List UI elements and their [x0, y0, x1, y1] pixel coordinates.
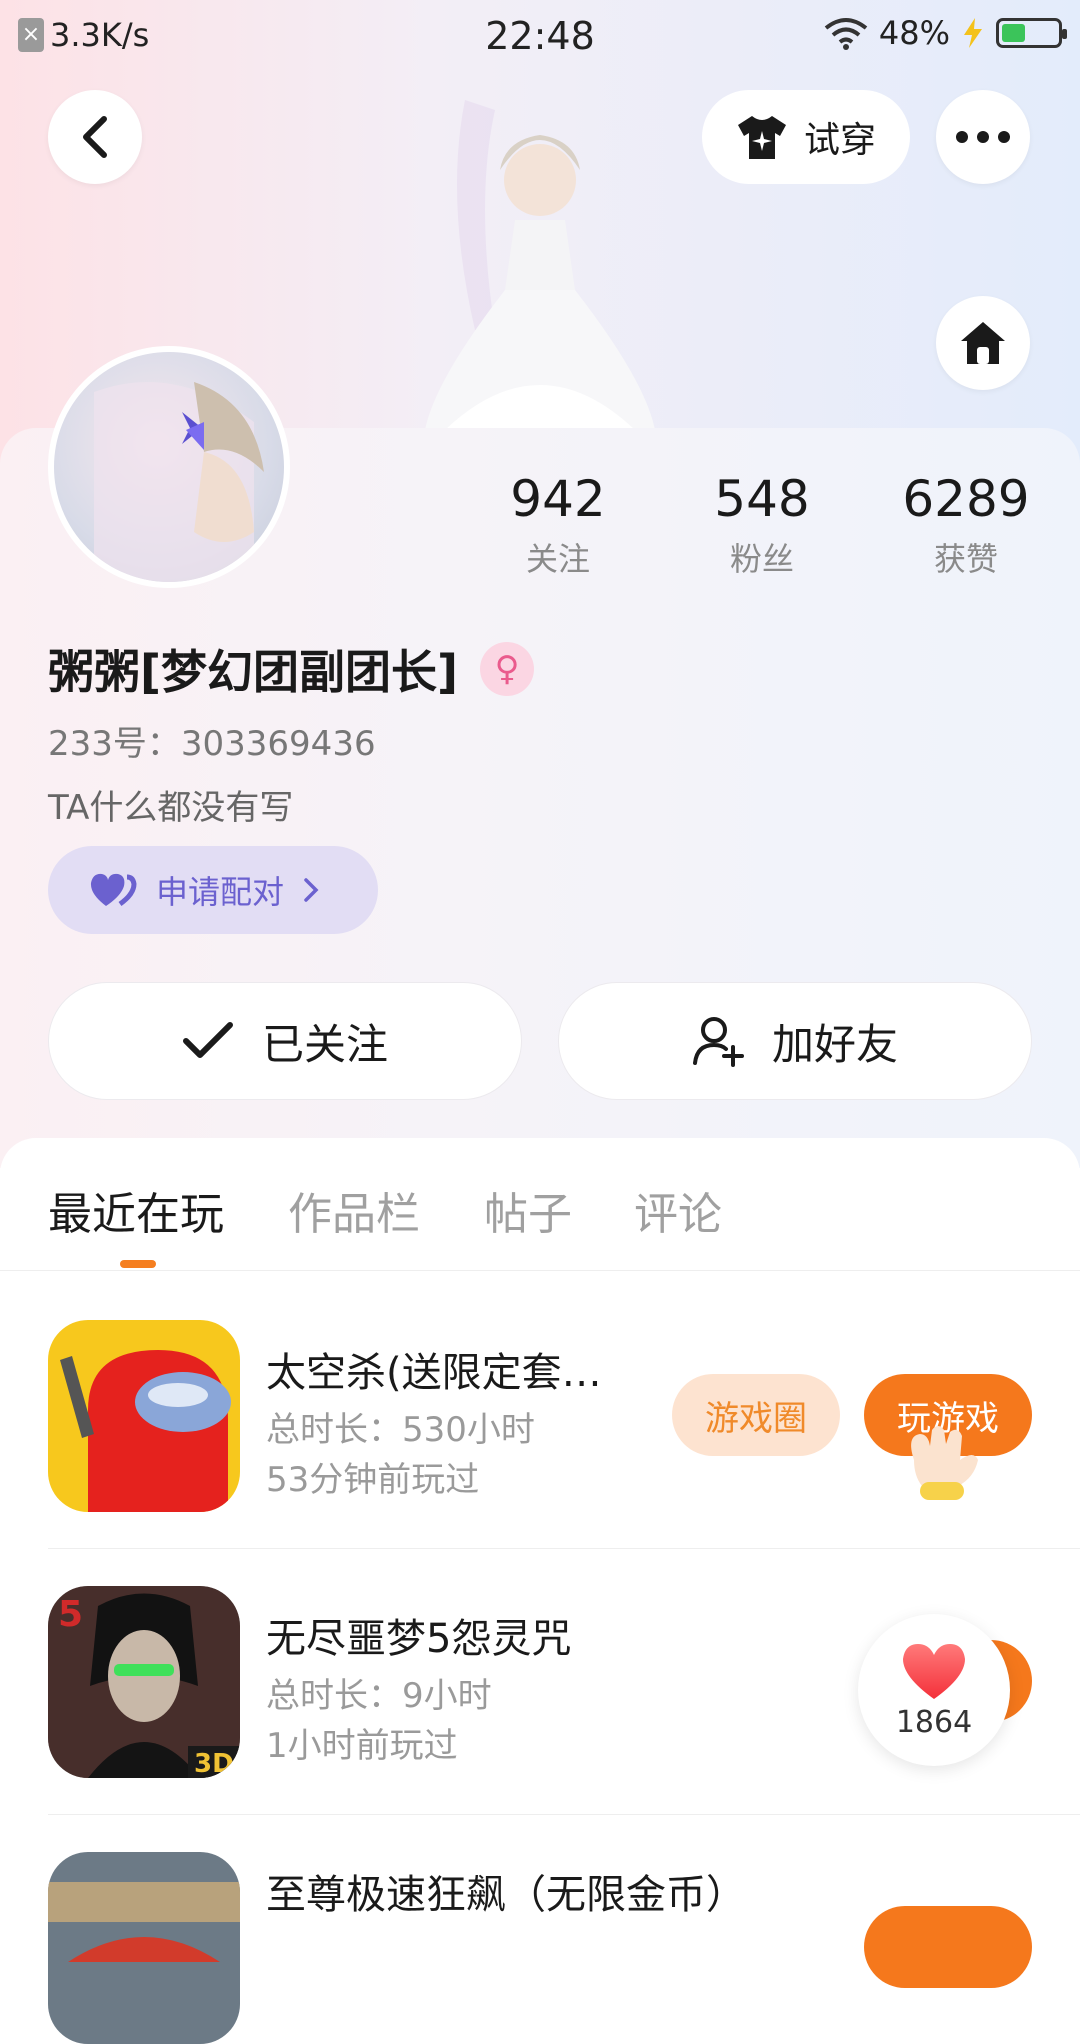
stat-following[interactable]: 942 关注 — [478, 470, 638, 580]
game-last-played: 1小时前玩过 — [266, 1726, 458, 1766]
followers-count: 548 — [714, 470, 810, 528]
add-friend-label: 加好友 — [771, 1019, 898, 1069]
game-icon-racing — [48, 1852, 240, 2044]
back-button[interactable] — [48, 90, 142, 184]
add-user-icon — [692, 1017, 744, 1067]
tshirt-icon — [737, 116, 786, 159]
game-icon-image — [48, 1320, 240, 1512]
profile-name: 粥粥[梦幻团副团长] — [48, 645, 459, 699]
like-float-button[interactable]: 1864 — [858, 1614, 1010, 1766]
avatar[interactable] — [48, 346, 290, 588]
pair-request-label: 申请配对 — [156, 873, 285, 911]
stat-followers[interactable]: 548 粉丝 — [682, 470, 842, 580]
game-title: 太空杀(送限定套… — [266, 1350, 602, 1396]
list-divider — [48, 1814, 1080, 1815]
svg-text:3D: 3D — [194, 1749, 234, 1778]
charging-icon — [964, 18, 982, 48]
home-icon — [961, 322, 1005, 364]
wifi-icon — [824, 18, 868, 50]
followed-label: 已关注 — [261, 1019, 388, 1069]
hand-tap-icon — [911, 1426, 978, 1500]
tab-recently-played[interactable]: 最近在玩 — [48, 1178, 224, 1242]
add-friend-button[interactable]: 加好友 — [558, 982, 1032, 1100]
try-on-label: 试穿 — [803, 120, 876, 161]
user-id: 233号：303369436 — [48, 724, 376, 764]
chevron-left-icon — [83, 116, 107, 158]
game-title: 无尽噩梦5怨灵咒 — [266, 1616, 572, 1662]
tab-comments[interactable]: 评论 — [634, 1178, 722, 1242]
game-total-time: 总时长：530小时 — [266, 1410, 535, 1450]
more-button[interactable] — [936, 90, 1030, 184]
character-figure — [425, 100, 655, 430]
double-heart-icon — [90, 873, 137, 907]
chevron-right-icon — [304, 878, 319, 902]
tab-posts[interactable]: 帖子 — [484, 1178, 572, 1242]
more-dots-icon — [956, 131, 1010, 143]
following-label: 关注 — [525, 540, 590, 578]
game-circle-button[interactable]: 游戏圈 — [672, 1374, 840, 1456]
try-on-button[interactable]: 试穿 — [702, 90, 910, 184]
profile-name-row: 粥粥[梦幻团副团长] ♀ — [48, 636, 535, 702]
likes-count: 6289 — [902, 470, 1030, 528]
status-bar: × 3.3K/s 22:48 48% — [0, 0, 1080, 72]
heart-icon — [903, 1643, 965, 1699]
home-button[interactable] — [936, 296, 1030, 390]
stat-likes[interactable]: 6289 获赞 — [886, 470, 1046, 580]
user-bio: TA什么都没有写 — [48, 788, 294, 828]
tab-works[interactable]: 作品栏 — [288, 1178, 420, 1242]
game-icon-space-kill — [48, 1320, 240, 1512]
game-icon-image — [48, 1852, 240, 2044]
followers-label: 粉丝 — [729, 540, 794, 578]
list-divider — [48, 1548, 1080, 1549]
battery-percent: 48% — [878, 14, 950, 52]
game-item[interactable]: 至尊极速狂飙（无限金币） — [48, 1852, 1080, 2044]
svg-text:5: 5 — [58, 1594, 83, 1635]
battery-fill — [1002, 24, 1025, 42]
game-icon-image: 5 3D — [48, 1586, 240, 1778]
play-game-button[interactable] — [864, 1906, 1032, 1988]
avatar-image — [94, 382, 264, 582]
battery-icon — [996, 18, 1067, 48]
tab-divider — [0, 1270, 1080, 1271]
content-panel: 最近在玩 作品栏 帖子 评论 — [0, 1138, 1080, 1938]
check-icon — [182, 1022, 233, 1058]
following-count: 942 — [510, 470, 606, 528]
followed-button[interactable]: 已关注 — [48, 982, 522, 1100]
game-total-time: 总时长：9小时 — [266, 1676, 492, 1716]
game-item[interactable]: 太空杀(送限定套… 总时长：530小时 53分钟前玩过 游戏圈 玩游戏 — [48, 1320, 1080, 1512]
game-icon-endless-nightmare: 5 3D — [48, 1586, 240, 1778]
tab-indicator — [120, 1260, 156, 1268]
like-count: 1864 — [895, 1704, 973, 1740]
game-last-played: 53分钟前玩过 — [266, 1460, 480, 1500]
pair-request-button[interactable]: 申请配对 — [48, 846, 378, 934]
female-icon: ♀ — [480, 642, 535, 696]
likes-label: 获赞 — [933, 540, 998, 578]
game-title: 至尊极速狂飙（无限金币） — [266, 1872, 746, 1918]
